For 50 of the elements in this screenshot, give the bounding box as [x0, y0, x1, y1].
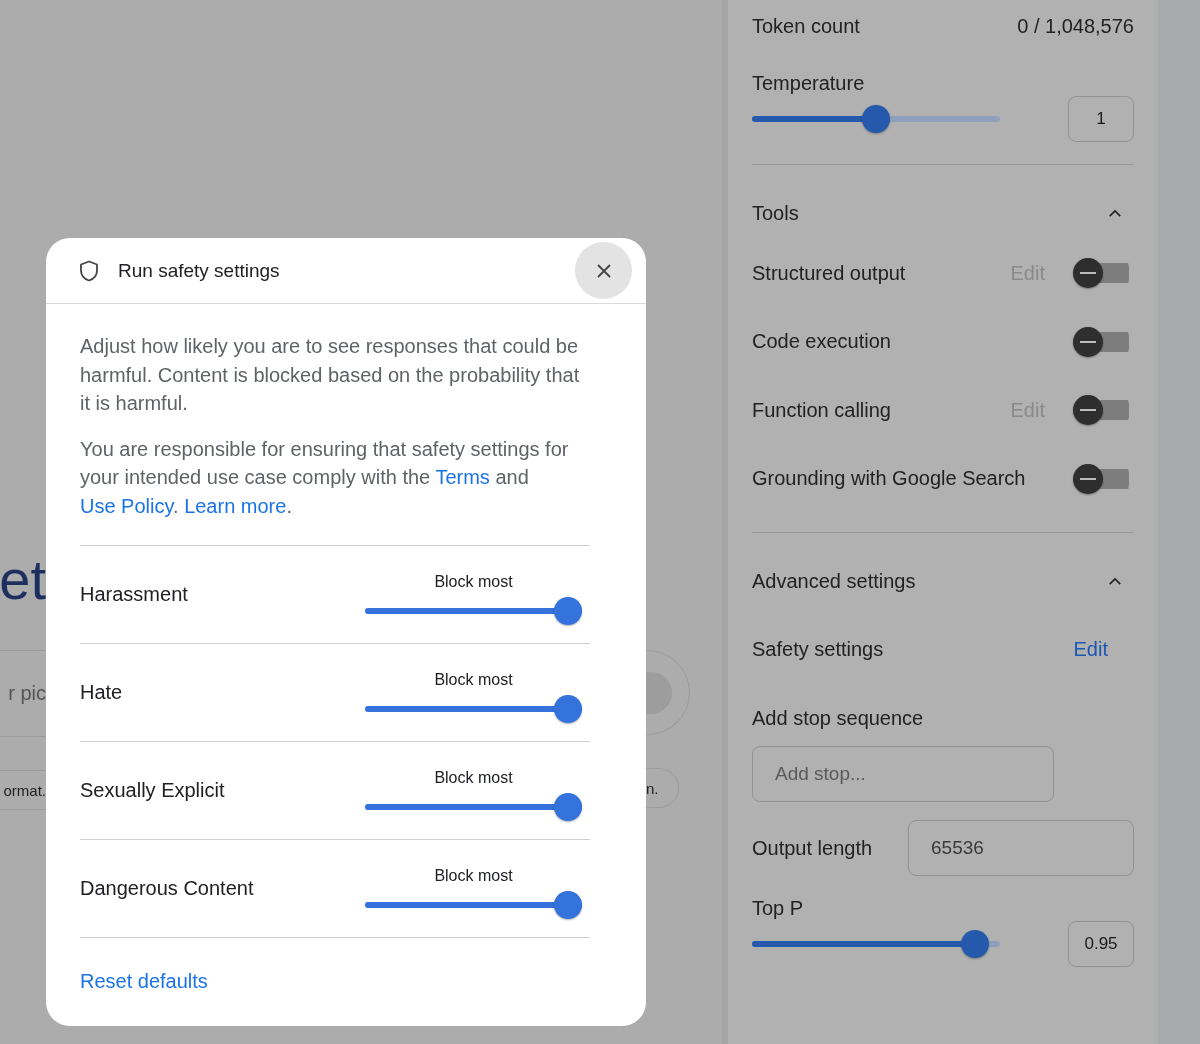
slider-thumb[interactable] [862, 104, 890, 133]
page-heading: et [0, 550, 46, 610]
stop-sequence-field[interactable]: Add stop... [752, 746, 1054, 802]
chevron-icon[interactable] [1108, 576, 1122, 586]
category-label: Sexually Explicit [80, 779, 225, 802]
temperature-label: Temperature [752, 71, 866, 95]
output-length-field[interactable]: 65536 [908, 820, 1134, 876]
category-label: Dangerous Content [80, 877, 254, 900]
stop-sequence-label: Add stop sequence [752, 706, 925, 730]
threshold-label: Block most [434, 670, 513, 689]
top-p-value-field[interactable]: 0.95 [1068, 920, 1134, 967]
slider-thumb[interactable] [554, 792, 582, 821]
reset-defaults-link[interactable]: Reset defaults [80, 970, 208, 993]
notice-link[interactable]: Use Policy [80, 494, 173, 517]
threshold-label: Block most [434, 866, 513, 885]
slider-thumb[interactable] [554, 890, 582, 919]
threshold-slider[interactable] [365, 694, 582, 723]
description-text: Adjust how likely you are to see responses that could be harmful. Content is blocked based on the probability that it is harmful. [80, 334, 581, 416]
shield-icon [79, 259, 99, 282]
chevron-icon[interactable] [1108, 208, 1122, 218]
temperature-value-field[interactable]: 1 [1068, 95, 1134, 142]
notice-text: You are responsible for ensuring that safety settings for your intended use case comply with the Terms and Use Policy. Learn more. [80, 436, 570, 519]
category-label: Harassment [80, 583, 188, 606]
safety-settings-label: Safety settings [752, 637, 884, 661]
tool-label: Code execution [752, 330, 891, 354]
slider-thumb[interactable] [554, 596, 582, 625]
threshold-label: Block most [434, 572, 513, 591]
top-p-label: Top P [752, 896, 805, 920]
threshold-label: Block most [434, 768, 513, 787]
token-count-value: 0 / 1,048,576 [1017, 14, 1134, 38]
notice-link[interactable]: Terms [435, 466, 490, 488]
slider-thumb[interactable] [554, 694, 582, 723]
top-p-slider[interactable] [752, 929, 1000, 958]
tool-label: Function calling [752, 398, 891, 422]
threshold-slider[interactable] [365, 890, 582, 919]
temperature-slider[interactable] [752, 104, 1000, 133]
slider-thumb[interactable] [961, 929, 989, 958]
edit-link[interactable]: Edit [1073, 637, 1108, 661]
tool-label: Grounding with Google Search [752, 467, 1026, 491]
category-label: Hate [80, 681, 123, 704]
token-count-label: Token count [752, 14, 860, 38]
threshold-slider[interactable] [365, 596, 582, 625]
output-length-label: Output length [752, 836, 873, 860]
dialog-title: Run safety settings [118, 259, 281, 282]
close-button[interactable] [575, 242, 632, 299]
tool-label: Structured output [752, 261, 906, 285]
threshold-slider[interactable] [365, 792, 582, 821]
section-title: Advanced settings [752, 569, 916, 593]
notice-link[interactable]: Learn more [184, 494, 287, 517]
section-title: Tools [752, 201, 799, 225]
